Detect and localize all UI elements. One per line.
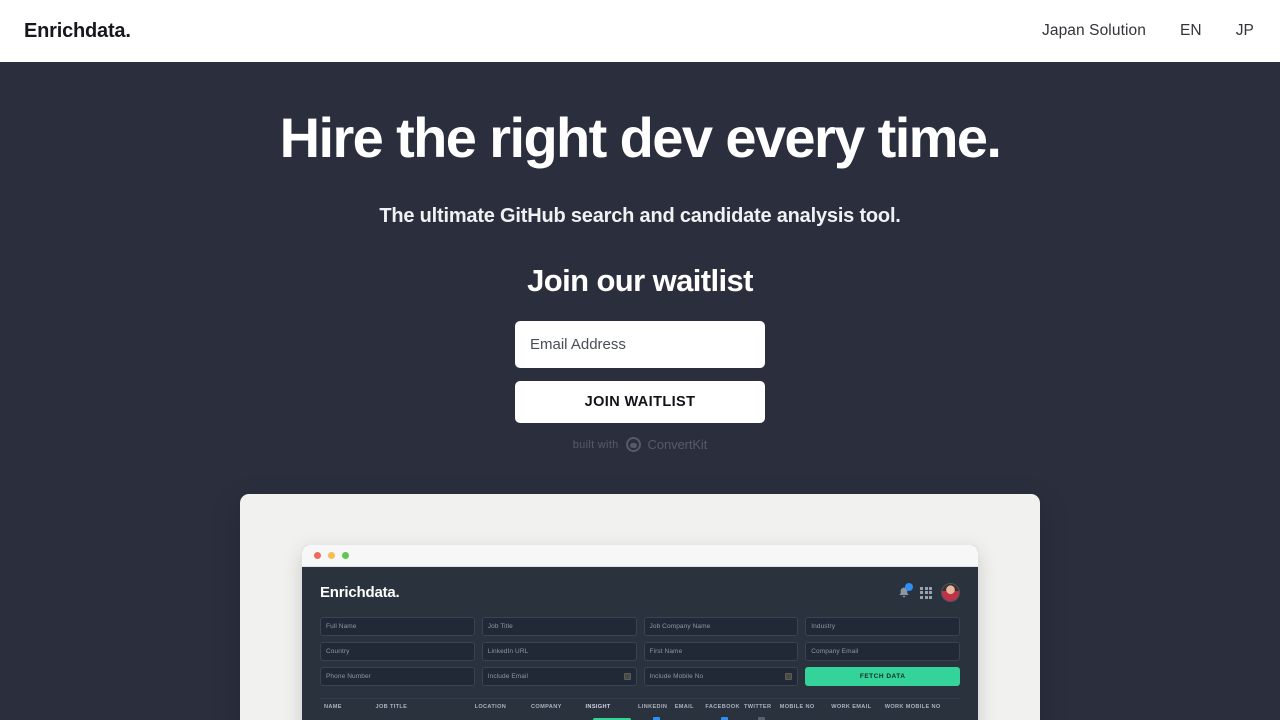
- column-header-twitter: TWITTER: [744, 704, 772, 710]
- page-title: Hire the right dev every time.: [279, 106, 1002, 169]
- column-header-work-email: WORK EMAIL: [831, 704, 872, 710]
- field-label: Include Mobile No: [649, 673, 704, 680]
- field-country[interactable]: Country: [320, 642, 475, 661]
- notification-badge: [905, 582, 913, 591]
- site-logo[interactable]: Enrichdata.: [24, 20, 131, 43]
- email-field[interactable]: [515, 321, 765, 369]
- field-label: Job Title: [487, 623, 513, 630]
- field-label: Company Email: [811, 648, 859, 655]
- field-linkedin-url[interactable]: LinkedIn URL: [481, 642, 637, 661]
- field-company-email[interactable]: Company Email: [805, 642, 960, 661]
- browser-title-bar: [302, 545, 978, 567]
- field-job-title[interactable]: Job Title: [481, 617, 637, 636]
- fetch-data-button[interactable]: FETCH DATA: [805, 667, 960, 686]
- field-first-name[interactable]: First Name: [643, 642, 799, 661]
- column-header-insight: INSIGHT: [585, 704, 611, 710]
- field-label: Full Name: [326, 623, 357, 630]
- field-include-email[interactable]: Include Email: [481, 667, 637, 686]
- join-waitlist-button[interactable]: JOIN WAITLIST: [515, 381, 765, 424]
- convertkit-badge[interactable]: built with ConvertKit: [0, 437, 1280, 453]
- browser-mockup: Enrichdata. Full Name Job Title Job Comp…: [302, 545, 978, 720]
- window-minimize-dot-icon: [328, 552, 335, 559]
- badge-prefix-label: built with: [572, 438, 619, 451]
- hero-section: Hire the right dev every time. The ultim…: [0, 62, 1280, 720]
- app-body: Enrichdata. Full Name Job Title Job Comp…: [302, 567, 978, 720]
- waitlist-form: JOIN WAITLIST: [515, 321, 765, 424]
- field-label: Phone Number: [326, 673, 371, 680]
- column-header-email: EMAIL: [674, 704, 694, 710]
- hero-subtitle: The ultimate GitHub search and candidate…: [379, 205, 901, 228]
- field-job-company-name[interactable]: Job Company Name: [643, 617, 799, 636]
- bell-icon[interactable]: [897, 582, 913, 600]
- avatar[interactable]: [941, 583, 960, 602]
- window-close-dot-icon: [314, 552, 321, 559]
- app-preview-card: Enrichdata. Full Name Job Title Job Comp…: [240, 494, 1040, 720]
- column-header-work-mobile-no: WORK MOBILE NO: [884, 704, 941, 710]
- field-label: Job Company Name: [649, 623, 711, 630]
- nav-links: Japan Solution EN JP: [1042, 22, 1254, 40]
- column-header-job-title: JOB TITLE: [375, 704, 408, 710]
- column-header-facebook: FACEBOOK: [705, 704, 740, 710]
- column-header-name: NAME: [324, 704, 342, 710]
- grid-icon[interactable]: [920, 586, 932, 599]
- field-label: Country: [326, 648, 350, 655]
- search-filter-fields: Full Name Job Title Job Company Name Ind…: [320, 617, 960, 686]
- app-header-icons: [897, 582, 960, 602]
- results-table-header: NAME JOB TITLE LOCATION COMPANY INSIGHT …: [320, 698, 960, 714]
- convertkit-logo-icon: [625, 437, 641, 453]
- app-header: Enrichdata.: [320, 582, 960, 602]
- badge-brand-label: ConvertKit: [647, 437, 708, 453]
- include-mobile-checkbox[interactable]: [785, 673, 793, 680]
- column-header-location: LOCATION: [474, 704, 507, 710]
- field-industry[interactable]: Industry: [805, 617, 960, 636]
- column-header-company: COMPANY: [531, 704, 562, 710]
- field-label: Include Email: [487, 673, 529, 680]
- nav-link-jp[interactable]: JP: [1236, 22, 1254, 40]
- table-row[interactable]: [320, 714, 960, 720]
- field-label: First Name: [649, 648, 683, 655]
- field-label: Industry: [811, 623, 836, 630]
- field-include-mobile-no[interactable]: Include Mobile No: [643, 667, 799, 686]
- window-maximize-dot-icon: [342, 552, 349, 559]
- top-navigation-bar: Enrichdata. Japan Solution EN JP: [0, 0, 1280, 62]
- app-logo: Enrichdata.: [320, 584, 400, 601]
- hero-content: Hire the right dev every time. The ultim…: [0, 62, 1280, 453]
- field-phone-number[interactable]: Phone Number: [320, 667, 475, 686]
- column-header-linkedin: LINKEDIN: [638, 704, 668, 710]
- nav-link-en[interactable]: EN: [1180, 22, 1202, 40]
- nav-link-japan-solution[interactable]: Japan Solution: [1042, 22, 1146, 40]
- waitlist-heading: Join our waitlist: [527, 263, 753, 299]
- field-label: LinkedIn URL: [487, 648, 529, 655]
- column-header-mobile-no: MOBILE NO: [779, 704, 815, 710]
- field-full-name[interactable]: Full Name: [320, 617, 475, 636]
- include-email-checkbox[interactable]: [623, 673, 631, 680]
